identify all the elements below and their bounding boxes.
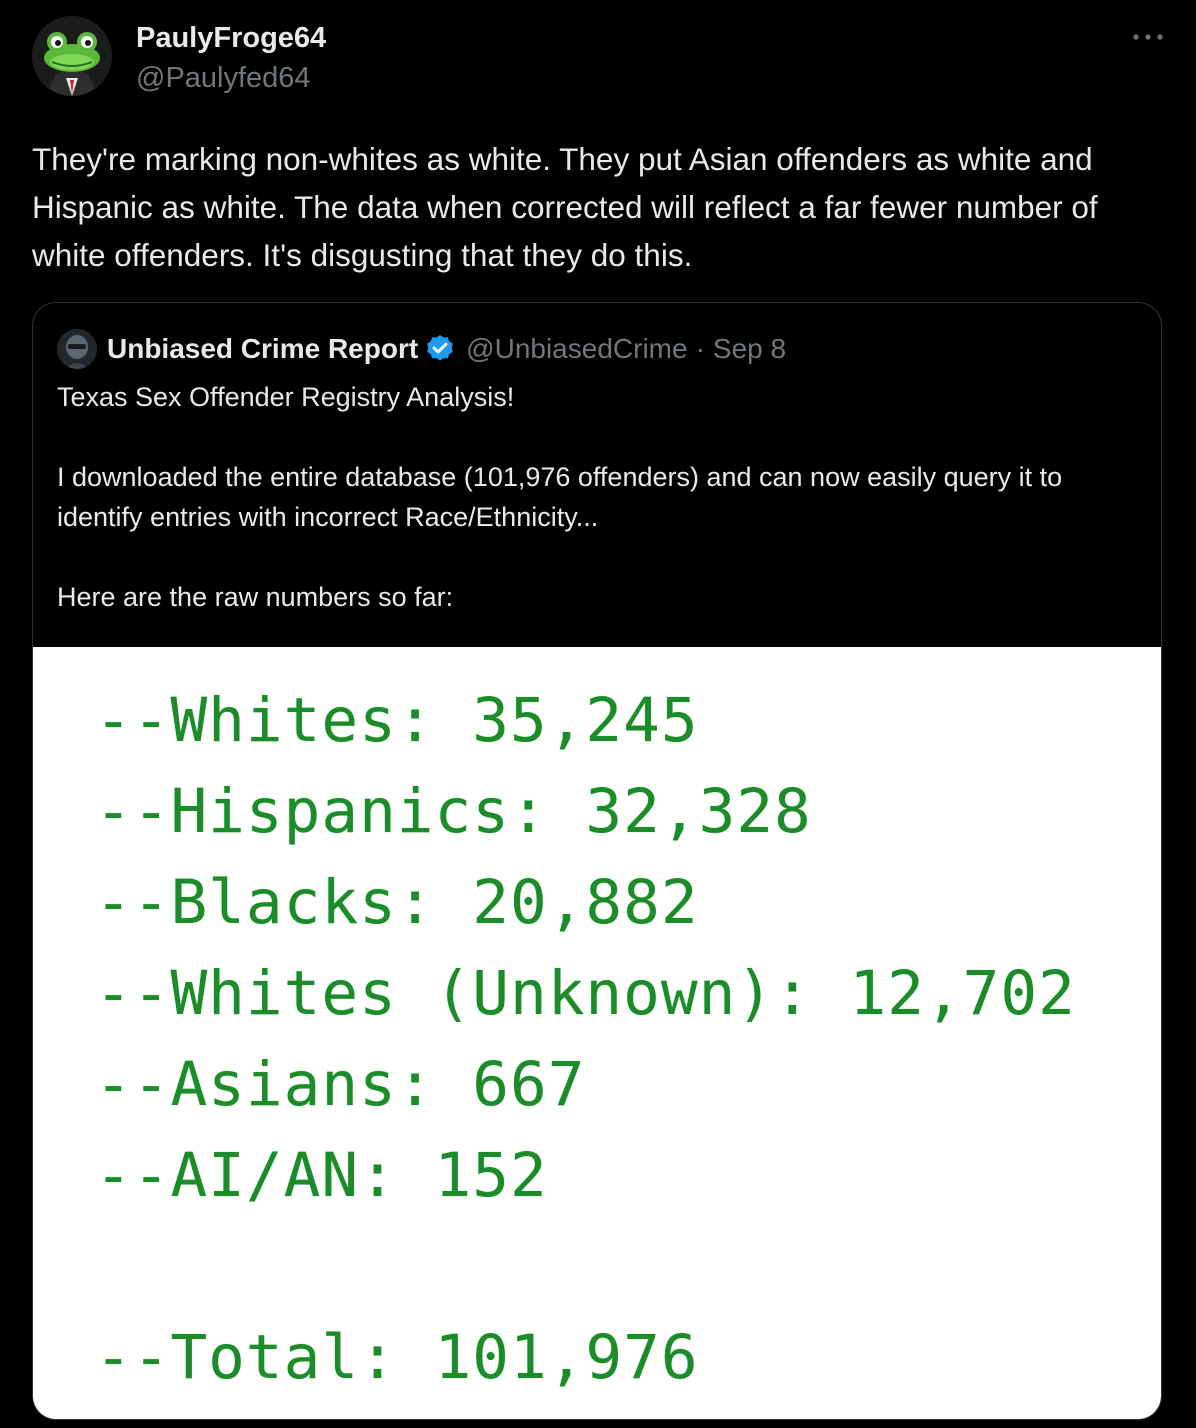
image-line-hispanics: --Hispanics: 32,328 bbox=[95, 776, 812, 847]
image-line-total: --Total: 101,976 bbox=[95, 1322, 699, 1393]
quoted-tweet-card[interactable]: Unbiased Crime Report @UnbiasedCrime · S… bbox=[32, 302, 1162, 1420]
quoted-author-name: Unbiased Crime Report bbox=[107, 333, 419, 364]
author-display-name[interactable]: PaulyFroge64 bbox=[136, 20, 326, 56]
quoted-tweet-date: Sep 8 bbox=[712, 333, 787, 364]
more-options-button[interactable] bbox=[1128, 22, 1168, 52]
image-line-aian: --AI/AN: 152 bbox=[95, 1140, 548, 1211]
author-info: PaulyFroge64 @Paulyfed64 bbox=[136, 20, 326, 96]
image-line-whites: --Whites: 35,245 bbox=[95, 685, 699, 756]
quoted-paragraph: I downloaded the entire database (101,97… bbox=[57, 462, 1063, 532]
image-text-block: --Whites: 35,245 --Hispanics: 32,328 --B… bbox=[95, 675, 1076, 1403]
image-line-whites-unknown: --Whites (Unknown): 12,702 bbox=[95, 958, 1076, 1029]
image-line-gap bbox=[95, 1221, 1076, 1312]
quoted-paragraph: Here are the raw numbers so far: bbox=[57, 582, 454, 612]
verified-badge-icon bbox=[427, 335, 453, 361]
more-dots-icon bbox=[1133, 34, 1163, 40]
author-avatar[interactable] bbox=[32, 16, 112, 96]
frog-avatar-icon bbox=[32, 16, 112, 96]
quoted-tweet-text: Texas Sex Offender Registry Analysis! I … bbox=[57, 377, 1137, 617]
quoted-tweet-header: Unbiased Crime Report @UnbiasedCrime · S… bbox=[57, 329, 786, 369]
quoted-paragraph: Texas Sex Offender Registry Analysis! bbox=[57, 382, 515, 412]
quoted-author-avatar bbox=[57, 329, 97, 369]
tweet-text: They're marking non-whites as white. The… bbox=[32, 141, 1098, 273]
image-line-blacks: --Blacks: 20,882 bbox=[95, 867, 699, 938]
tweet: PaulyFroge64 @Paulyfed64 They're marking… bbox=[0, 0, 1196, 1428]
quoted-tweet-image[interactable]: --Whites: 35,245 --Hispanics: 32,328 --B… bbox=[33, 647, 1161, 1419]
author-handle[interactable]: @Paulyfed64 bbox=[136, 60, 326, 96]
header-separator: · bbox=[695, 333, 705, 364]
robot-avatar-icon bbox=[57, 329, 97, 369]
quoted-author-handle: @UnbiasedCrime bbox=[466, 333, 688, 364]
image-line-asians: --Asians: 667 bbox=[95, 1049, 586, 1120]
